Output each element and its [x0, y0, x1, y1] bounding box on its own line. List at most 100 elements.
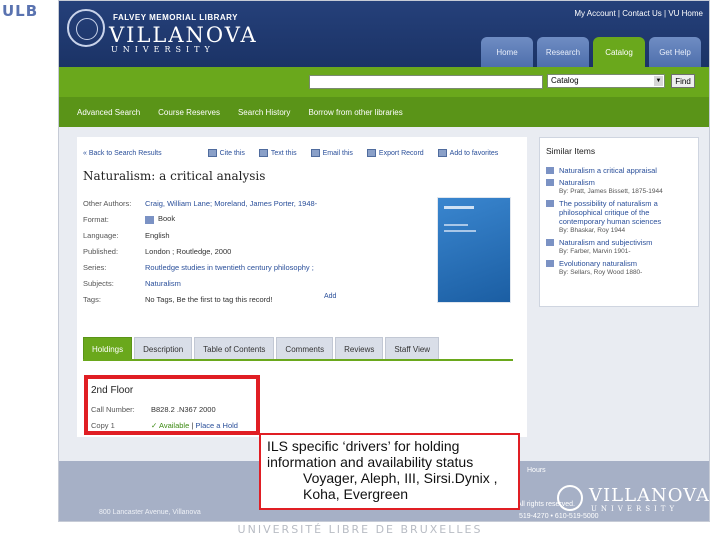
search-scope-select[interactable]: Catalog ▼: [547, 74, 665, 88]
list-item: Naturalism and subjectivism By: Farber, M…: [546, 238, 694, 256]
callout-line-1: ILS specific ‘drivers’ for holding infor…: [267, 438, 474, 470]
search-history-link[interactable]: Search History: [238, 108, 290, 117]
phone-icon: [258, 149, 268, 157]
brand-subtitle: UNIVERSITY: [111, 45, 215, 54]
list-item: Naturalism a critical appraisal: [546, 166, 694, 175]
tab-staff-view[interactable]: Staff View: [385, 337, 440, 360]
search-bar: Catalog ▼ Find: [59, 67, 709, 97]
book-cover-image: [437, 197, 511, 303]
detail-label: Series:: [83, 262, 107, 272]
back-to-results-link[interactable]: « Back to Search Results: [83, 149, 162, 157]
similar-item-author: By: Farber, Marvin 1901-: [559, 248, 631, 255]
detail-row: Other Authors: Craig, William Lane; Morel…: [83, 195, 317, 211]
list-item: Evolutionary naturalism By: Sellars, Roy …: [546, 259, 694, 277]
similar-item-author: By: Pratt, James Bissett, 1875-1944: [559, 188, 663, 195]
detail-row: Tags: No Tags, Be the first to tag this r…: [83, 291, 317, 307]
detail-label: Language:: [83, 230, 119, 240]
tab-get-help[interactable]: Get Help: [649, 37, 701, 67]
cover-title-mark: [444, 206, 474, 209]
footer-brand-subtitle: UNIVERSITY: [591, 505, 679, 513]
published-value: London ; Routledge, 2000: [145, 246, 232, 256]
detail-row: Format: Book: [83, 211, 317, 227]
tab-research[interactable]: Research: [537, 37, 589, 67]
authors-link[interactable]: Craig, William Lane; Moreland, James Por…: [145, 199, 317, 208]
detail-row: Published: London ; Routledge, 2000: [83, 243, 317, 259]
footer-brand: VILLANOVA: [589, 485, 710, 506]
book-icon: [546, 260, 554, 267]
similar-item-link[interactable]: Naturalism: [559, 178, 663, 187]
export-record-label: Export Record: [378, 149, 424, 157]
book-icon: [145, 215, 154, 224]
holdings-tabs: Holdings Description Table of Contents C…: [83, 337, 441, 360]
similar-item-link[interactable]: Naturalism a critical appraisal: [559, 166, 657, 175]
similar-item-author: By: Bhaskar, Roy 1944: [559, 227, 626, 234]
record-actions: « Back to Search Results Cite this Text …: [83, 149, 512, 157]
top-links[interactable]: My Account | Contact Us | VU Home: [574, 9, 703, 18]
cite-icon: [207, 149, 217, 157]
tab-comments[interactable]: Comments: [276, 337, 334, 360]
search-input[interactable]: [309, 75, 543, 89]
similar-item-link[interactable]: The possibility of naturalism a philosop…: [559, 199, 694, 226]
cite-this-link[interactable]: Cite this: [207, 149, 245, 157]
find-button[interactable]: Find: [671, 74, 695, 88]
format-value: Book: [158, 214, 176, 224]
record-details: Other Authors: Craig, William Lane; Morel…: [83, 195, 317, 307]
cover-text-mark: [444, 224, 468, 226]
similar-item-link[interactable]: Naturalism and subjectivism: [559, 238, 652, 247]
export-icon: [366, 149, 376, 157]
text-this-label: Text this: [270, 149, 297, 157]
sub-navigation: Advanced Search Course Reserves Search H…: [59, 97, 709, 127]
annotation-callout: ILS specific ‘drivers’ for holding infor…: [259, 433, 520, 510]
subject-link[interactable]: Naturalism: [145, 279, 181, 288]
similar-item-author: By: Sellars, Roy Wood 1880-: [559, 269, 643, 276]
site-header: FALVEY MEMORIAL LIBRARY VILLANOVA UNIVER…: [59, 1, 709, 67]
add-favorites-link[interactable]: Add to favorites: [437, 149, 499, 157]
main-tabs: Home Research Catalog Get Help: [481, 37, 701, 67]
book-icon: [546, 179, 554, 186]
favorites-icon: [437, 149, 447, 157]
ulb-logo: ULB: [2, 2, 39, 20]
detail-row: Subjects: Naturalism: [83, 275, 317, 291]
text-this-link[interactable]: Text this: [258, 149, 297, 157]
tab-description[interactable]: Description: [134, 337, 193, 360]
add-favorites-label: Add to favorites: [449, 149, 499, 157]
holdings-highlight-box: [84, 375, 260, 435]
detail-label: Tags:: [83, 294, 101, 304]
book-icon: [546, 167, 554, 174]
email-this-label: Email this: [322, 149, 353, 157]
footer-seal-icon: [557, 485, 583, 511]
footer-address: 800 Lancaster Avenue, Villanova: [99, 509, 201, 516]
detail-label: Published:: [83, 246, 119, 256]
detail-row: Series: Routledge studies in twentieth ce…: [83, 259, 317, 275]
brand-name[interactable]: VILLANOVA: [109, 25, 258, 46]
chevron-down-icon[interactable]: ▼: [654, 76, 663, 86]
university-seal-icon: [67, 9, 105, 47]
list-item: The possibility of naturalism a philosop…: [546, 199, 694, 235]
tab-holdings[interactable]: Holdings: [83, 337, 133, 360]
callout-line-2: Voyager, Aleph, III, Sirsi.Dynix , Koha,…: [303, 470, 498, 502]
hours-link[interactable]: Hours: [527, 467, 546, 474]
tab-table-of-contents[interactable]: Table of Contents: [194, 337, 275, 360]
tab-reviews[interactable]: Reviews: [335, 337, 384, 360]
search-scope-value: Catalog: [551, 76, 579, 85]
export-record-link[interactable]: Export Record: [366, 149, 424, 157]
book-icon: [546, 239, 554, 246]
language-value: English: [145, 230, 170, 240]
cover-text-mark: [444, 230, 476, 232]
tab-home[interactable]: Home: [481, 37, 533, 67]
detail-label: Other Authors:: [83, 198, 132, 208]
advanced-search-link[interactable]: Advanced Search: [77, 108, 140, 117]
series-link[interactable]: Routledge studies in twentieth century p…: [145, 263, 314, 272]
borrow-link[interactable]: Borrow from other libraries: [308, 108, 402, 117]
similar-items-title: Similar Items: [546, 146, 596, 156]
record-title: Naturalism: a critical analysis: [83, 169, 266, 183]
similar-item-link[interactable]: Evolutionary naturalism: [559, 259, 642, 268]
tab-catalog[interactable]: Catalog: [593, 37, 645, 67]
email-icon: [310, 149, 320, 157]
tags-value: No Tags, Be the first to tag this record…: [145, 294, 273, 304]
email-this-link[interactable]: Email this: [310, 149, 353, 157]
slide-footer: UNIVERSITÉ LIBRE DE BRUXELLES: [237, 523, 483, 536]
detail-row: Language: English: [83, 227, 317, 243]
course-reserves-link[interactable]: Course Reserves: [158, 108, 220, 117]
add-tag-link[interactable]: Add: [324, 293, 336, 300]
